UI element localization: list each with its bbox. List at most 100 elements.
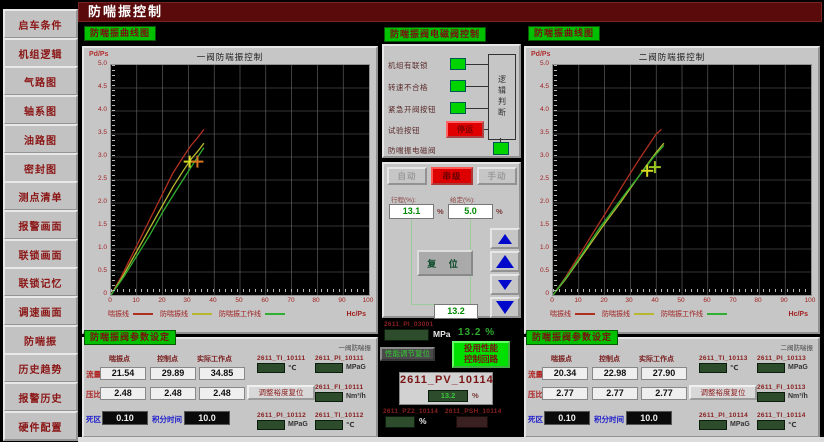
sidebar-item-0[interactable]: 启车条件 xyxy=(3,9,78,39)
param-panel-title-right: 防喘振阀参数设定 xyxy=(526,330,618,345)
x-tick-label: 10 xyxy=(128,297,144,304)
legend-item: 防喘振线 xyxy=(160,309,212,319)
performance-reset-button[interactable]: 性能调节复位 xyxy=(380,347,435,361)
integral-time-value-box[interactable]: 10.0 xyxy=(626,411,672,425)
arrow-down-icon xyxy=(498,280,512,290)
sidebar-item-6[interactable]: 测点清单 xyxy=(3,181,78,211)
row-label: 流量 xyxy=(86,369,101,380)
increment-fast-button[interactable] xyxy=(490,251,520,272)
param-value-box[interactable]: 27.90 xyxy=(641,367,687,380)
x-tick-label: 30 xyxy=(621,297,637,304)
param-value-box[interactable]: 29.89 xyxy=(150,367,196,380)
sp-value-input[interactable]: 5.0 xyxy=(448,204,493,219)
param-value-box[interactable]: 2.77 xyxy=(592,387,638,400)
instrument-tag: 2611_TI_10113 xyxy=(699,355,748,362)
pi-tag: 2611_PI_03001 xyxy=(384,321,433,328)
pz2-value-box xyxy=(385,416,415,428)
bottom-strip xyxy=(78,437,824,442)
y-tick-label: 3.0 xyxy=(527,152,549,159)
reset-button[interactable]: 复 位 xyxy=(417,250,473,276)
series-line xyxy=(111,129,204,295)
legend-label: 防喘振工作线 xyxy=(661,309,703,319)
output-percent-readout: 13.2 % xyxy=(458,327,495,338)
test-status-indicator-red: 停运 xyxy=(446,121,484,138)
solenoid-panel-title: 防喘振阀电磁阀控制 xyxy=(384,27,486,42)
auto-mode-button[interactable]: 自动 xyxy=(387,167,427,185)
solenoid-valve-label: 防喘振电磁阀 xyxy=(388,145,436,156)
legend-swatch xyxy=(265,313,285,315)
sidebar-item-8[interactable]: 联锁画面 xyxy=(3,239,78,269)
sidebar-item-11[interactable]: 防喘振 xyxy=(3,325,78,355)
row-label: 压比 xyxy=(528,389,543,400)
cascade-mode-button[interactable]: 串级 xyxy=(431,167,473,185)
column-header: 喘振点 xyxy=(551,354,572,364)
integral-time-value-box[interactable]: 10.0 xyxy=(184,411,230,425)
param-value-box[interactable]: 34.85 xyxy=(199,367,245,380)
param-value-box[interactable]: 22.98 xyxy=(592,367,638,380)
enable-performance-loop-button[interactable]: 投用性能 控制回路 xyxy=(452,341,510,368)
sidebar-item-1[interactable]: 机组逻辑 xyxy=(3,38,78,68)
param-value-box[interactable]: 2.48 xyxy=(150,387,196,400)
manual-mode-button[interactable]: 手动 xyxy=(477,167,517,185)
sidebar-item-14[interactable]: 硬件配置 xyxy=(3,411,78,441)
sidebar-item-5[interactable]: 密封图 xyxy=(3,153,78,183)
y-tick-label: 2.5 xyxy=(527,175,549,182)
y-tick-label: 3.5 xyxy=(85,129,107,136)
status-indicator-green xyxy=(450,102,466,114)
adjust-margin-reset-button[interactable]: 调整裕度复位 xyxy=(689,385,757,400)
param-value-box[interactable]: 2.77 xyxy=(641,387,687,400)
legend-swatch xyxy=(133,313,153,315)
instrument-tag: 2611_TI_10111 xyxy=(257,355,305,362)
legend-label: 防喘振工作线 xyxy=(219,309,261,319)
sidebar-item-9[interactable]: 联锁记忆 xyxy=(3,267,78,297)
x-tick-label: 80 xyxy=(308,297,324,304)
sidebar-item-7[interactable]: 报警画面 xyxy=(3,210,78,240)
instrument-value-box xyxy=(315,363,343,373)
sidebar-item-12[interactable]: 历史趋势 xyxy=(3,353,78,383)
curve-section-label-left: 防喘振曲线图 xyxy=(84,26,156,41)
decrement-fast-button[interactable] xyxy=(490,297,520,318)
x-minor-ticks xyxy=(553,289,809,292)
x-minor-ticks xyxy=(111,289,367,292)
instrument-value-box xyxy=(757,363,785,373)
param-value-box[interactable]: 21.54 xyxy=(100,367,146,380)
legend-item: 防喘振工作线 xyxy=(219,309,285,319)
x-tick-label: 80 xyxy=(750,297,766,304)
x-tick-label: 50 xyxy=(231,297,247,304)
deadband-value-box[interactable]: 0.10 xyxy=(544,411,590,425)
legend-label: 防喘振线 xyxy=(160,309,188,319)
adjust-margin-reset-button[interactable]: 调整裕度复位 xyxy=(247,385,315,400)
x-tick-label: 100 xyxy=(360,297,376,304)
increment-button[interactable] xyxy=(490,228,520,249)
pv-label: 行程(%): xyxy=(391,194,416,204)
param-value-box[interactable]: 2.48 xyxy=(100,387,146,400)
deadband-value-box[interactable]: 0.10 xyxy=(102,411,148,425)
x-tick-label: 30 xyxy=(179,297,195,304)
pv-value-box: 13.1 xyxy=(389,204,434,219)
instrument-tag: 2611_TI_10114 xyxy=(757,412,806,419)
instrument-unit: ℃ xyxy=(288,364,296,372)
pz2-unit: % xyxy=(419,416,427,426)
param-value-box[interactable]: 2.77 xyxy=(542,387,588,400)
arrow-down-icon xyxy=(496,301,514,314)
column-header: 控制点 xyxy=(157,354,178,364)
sidebar-item-10[interactable]: 调速画面 xyxy=(3,296,78,326)
sp-label: 给定(%): xyxy=(450,194,475,204)
sidebar-item-3[interactable]: 轴系图 xyxy=(3,95,78,125)
chart-second-valve: Pd/Ps二阀防喘振控制00.51.01.52.02.53.03.54.04.5… xyxy=(524,46,820,334)
sidebar-item-13[interactable]: 报警历史 xyxy=(3,382,78,412)
y-tick-label: 1.0 xyxy=(527,244,549,251)
decrement-button[interactable] xyxy=(490,274,520,295)
param-value-box[interactable]: 20.34 xyxy=(542,367,588,380)
y-tick-label: 0 xyxy=(85,290,107,297)
instrument-unit: ℃ xyxy=(730,364,738,372)
wire-line xyxy=(466,108,488,109)
x-tick-label: 10 xyxy=(570,297,586,304)
param-value-box[interactable]: 2.48 xyxy=(199,387,245,400)
sidebar-item-2[interactable]: 气路图 xyxy=(3,66,78,96)
instrument-tag: 2611_FI_10111 xyxy=(315,384,363,391)
x-tick-label: 20 xyxy=(154,297,170,304)
logic-judge-box: 逻辑判断 xyxy=(488,54,516,140)
sidebar-item-4[interactable]: 油路图 xyxy=(3,124,78,154)
solenoid-panel: 机组有联锁转速不合格紧急开阀按钮试验按钮停运逻辑判断防喘振电磁阀 xyxy=(382,44,521,158)
